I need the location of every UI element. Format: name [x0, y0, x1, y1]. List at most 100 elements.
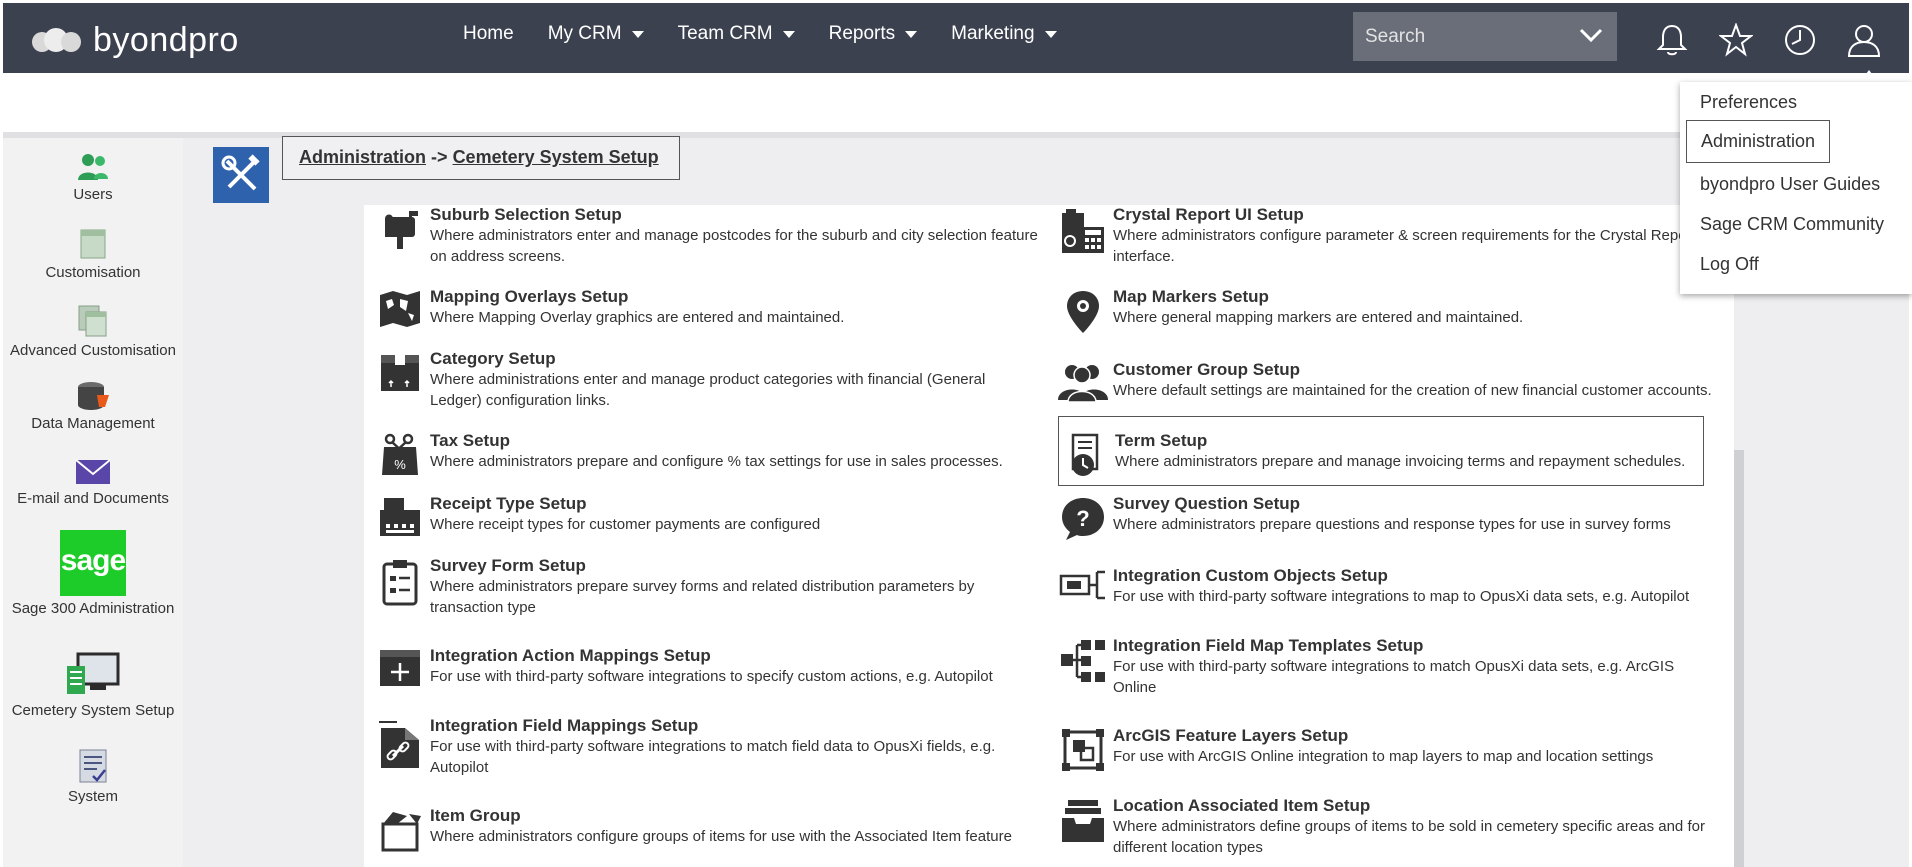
clipboard-icon: [374, 556, 426, 618]
entry-title: Tax Setup: [430, 431, 510, 450]
clock-icon[interactable]: [1781, 21, 1819, 59]
entry-desc: For use with ArcGIS Online integration t…: [1113, 748, 1654, 765]
chevron-down-icon[interactable]: [1579, 26, 1603, 44]
nav-label: Home: [463, 23, 514, 44]
entry-desc: Where administrators configure groups of…: [430, 828, 1012, 845]
menu-item-user-guides[interactable]: byondpro User Guides: [1700, 174, 1880, 195]
menu-item-sage-crm-community[interactable]: Sage CRM Community: [1700, 214, 1884, 235]
sidebar-item-email-documents[interactable]: E-mail and Documents: [3, 458, 183, 507]
setup-entry-location-associated-item[interactable]: Location Associated Item Setup Where adm…: [1057, 796, 1737, 858]
setup-entry-customer-group[interactable]: Customer Group Setup Where default setti…: [1057, 360, 1737, 402]
setup-entry-receipt-type[interactable]: Receipt Type Setup Where receipt types f…: [374, 494, 1054, 538]
link-document-icon: [374, 716, 426, 778]
page: byondpro Home My CRM Team CRM Reports Ma…: [0, 0, 1912, 867]
search-input[interactable]: [1365, 25, 1565, 48]
nav-my-crm[interactable]: My CRM: [548, 23, 644, 45]
user-icon[interactable]: [1845, 21, 1883, 59]
setup-entry-suburb-selection[interactable]: Suburb Selection Setup Where administrat…: [374, 205, 1054, 267]
clock-document-icon: [1059, 431, 1111, 485]
entry-desc: Online: [1113, 679, 1157, 696]
menu-item-log-off[interactable]: Log Off: [1700, 254, 1759, 275]
setup-entry-survey-question[interactable]: ? Survey Question Setup Where administra…: [1057, 494, 1737, 542]
sidebar-item-label: System: [67, 788, 118, 805]
top-icons: [1653, 21, 1909, 59]
entry-title: Survey Question Setup: [1113, 494, 1301, 513]
setup-entry-term[interactable]: Term Setup Where administrators prepare …: [1058, 416, 1704, 486]
sidebar-item-data-management[interactable]: Data Management: [3, 381, 183, 432]
cash-register-icon: [374, 494, 426, 538]
sidebar-item-cemetery-system-setup[interactable]: Cemetery System Setup: [3, 652, 183, 719]
system-icon: [79, 749, 107, 783]
bell-icon[interactable]: [1653, 21, 1691, 59]
world-map-icon: [374, 287, 426, 329]
setup-entry-survey-form[interactable]: Survey Form Setup Where administrators p…: [374, 556, 1054, 618]
entry-desc: interface.: [1113, 248, 1175, 265]
entry-desc: Where administrations enter and manage p…: [430, 371, 986, 388]
menu-item-preferences[interactable]: Preferences: [1700, 92, 1797, 113]
nav-marketing[interactable]: Marketing: [951, 23, 1057, 45]
brand-logo[interactable]: byondpro: [31, 21, 239, 60]
sidebar-item-system[interactable]: System: [3, 748, 183, 805]
setup-entry-tax[interactable]: % Tax Setup Where administrators prepare…: [374, 431, 1054, 477]
question-bubble-icon: ?: [1057, 494, 1109, 542]
users-icon: [78, 154, 108, 180]
main-nav: Home My CRM Team CRM Reports Marketing: [463, 23, 1091, 45]
setup-entry-crystal-report-ui[interactable]: Crystal Report UI Setup Where administra…: [1057, 205, 1737, 267]
admin-tools-icon: [213, 147, 269, 203]
sidebar-item-label: E-mail and Documents: [17, 490, 169, 507]
entry-desc: transaction type: [430, 599, 536, 616]
sidebar-item-users[interactable]: Users: [3, 152, 183, 203]
map-marker-icon: [1057, 287, 1109, 335]
breadcrumb-link-administration[interactable]: Administration: [299, 147, 426, 167]
setup-entry-integration-action-mappings[interactable]: Integration Action Mappings Setup For us…: [374, 646, 1054, 688]
entry-title: Integration Custom Objects Setup: [1113, 566, 1388, 585]
customisation-icon: [80, 229, 106, 259]
sidebar-item-sage-300[interactable]: sage Sage 300 Administration: [3, 530, 183, 617]
top-navbar: byondpro Home My CRM Team CRM Reports Ma…: [3, 3, 1909, 73]
cemetery-setup-icon: [67, 652, 120, 694]
entry-desc: Where administrators prepare questions a…: [1113, 516, 1671, 533]
nav-reports[interactable]: Reports: [829, 23, 918, 45]
report-calculator-icon: [1057, 205, 1109, 267]
entry-desc: Where administrators prepare and manage …: [1115, 453, 1686, 470]
user-dropdown-menu: Preferences Administration byondpro User…: [1680, 82, 1912, 294]
entry-title: Suburb Selection Setup: [430, 205, 622, 224]
brand-logo-icon: [32, 27, 81, 52]
setup-entry-map-markers[interactable]: Map Markers Setup Where general mapping …: [1057, 287, 1737, 335]
search-box[interactable]: [1353, 12, 1617, 61]
sage-logo-text: sage: [60, 544, 126, 577]
admin-sidebar: Users Customisation Advanced Customisati…: [3, 138, 183, 867]
sidebar-item-customisation[interactable]: Customisation: [3, 228, 183, 281]
setup-entry-integration-custom-objects[interactable]: Integration Custom Objects Setup For use…: [1057, 566, 1737, 607]
hierarchy-icon: [1057, 636, 1109, 698]
menu-pointer: [1860, 70, 1878, 82]
setup-entry-category[interactable]: Category Setup Where administrations ent…: [374, 349, 1054, 411]
setup-entry-mapping-overlays[interactable]: Mapping Overlays Setup Where Mapping Ove…: [374, 287, 1054, 329]
entry-title: Survey Form Setup: [430, 556, 586, 575]
setup-entry-item-group[interactable]: Item Group Where administrators configur…: [374, 806, 1054, 852]
entry-title: Location Associated Item Setup: [1113, 796, 1371, 815]
entry-title: Term Setup: [1115, 431, 1208, 450]
entry-desc: on address screens.: [430, 248, 566, 265]
entry-desc: Where receipt types for customer payment…: [430, 516, 821, 533]
nav-team-crm[interactable]: Team CRM: [678, 23, 795, 45]
sidebar-item-label: Advanced Customisation: [10, 342, 176, 359]
sidebar-item-label: Sage 300 Administration: [11, 600, 175, 617]
sidebar-item-advanced-customisation[interactable]: Advanced Customisation: [3, 304, 183, 359]
setup-entry-integration-field-mappings[interactable]: Integration Field Mappings Setup For use…: [374, 716, 1054, 778]
setup-entry-integration-field-map-templates[interactable]: Integration Field Map Templates Setup Fo…: [1057, 636, 1737, 698]
sidebar-item-label: Users: [73, 186, 113, 203]
entry-desc: Autopilot: [430, 759, 489, 776]
entry-desc: For use with third-party software integr…: [1113, 658, 1675, 675]
setup-entry-arcgis-feature-layers[interactable]: ArcGIS Feature Layers Setup For use with…: [1057, 726, 1737, 772]
breadcrumb-link-current[interactable]: Cemetery System Setup: [453, 147, 659, 167]
add-window-icon: [374, 646, 426, 688]
nav-label: My CRM: [547, 23, 622, 44]
nav-home[interactable]: Home: [463, 23, 514, 45]
entry-title: Category Setup: [430, 349, 556, 368]
svg-text:?: ?: [1076, 506, 1089, 531]
archive-tray-icon: [1057, 796, 1109, 858]
menu-item-administration[interactable]: Administration: [1686, 120, 1831, 163]
entry-desc: Where administrators enter and manage po…: [430, 227, 1038, 244]
star-icon[interactable]: [1717, 21, 1755, 59]
